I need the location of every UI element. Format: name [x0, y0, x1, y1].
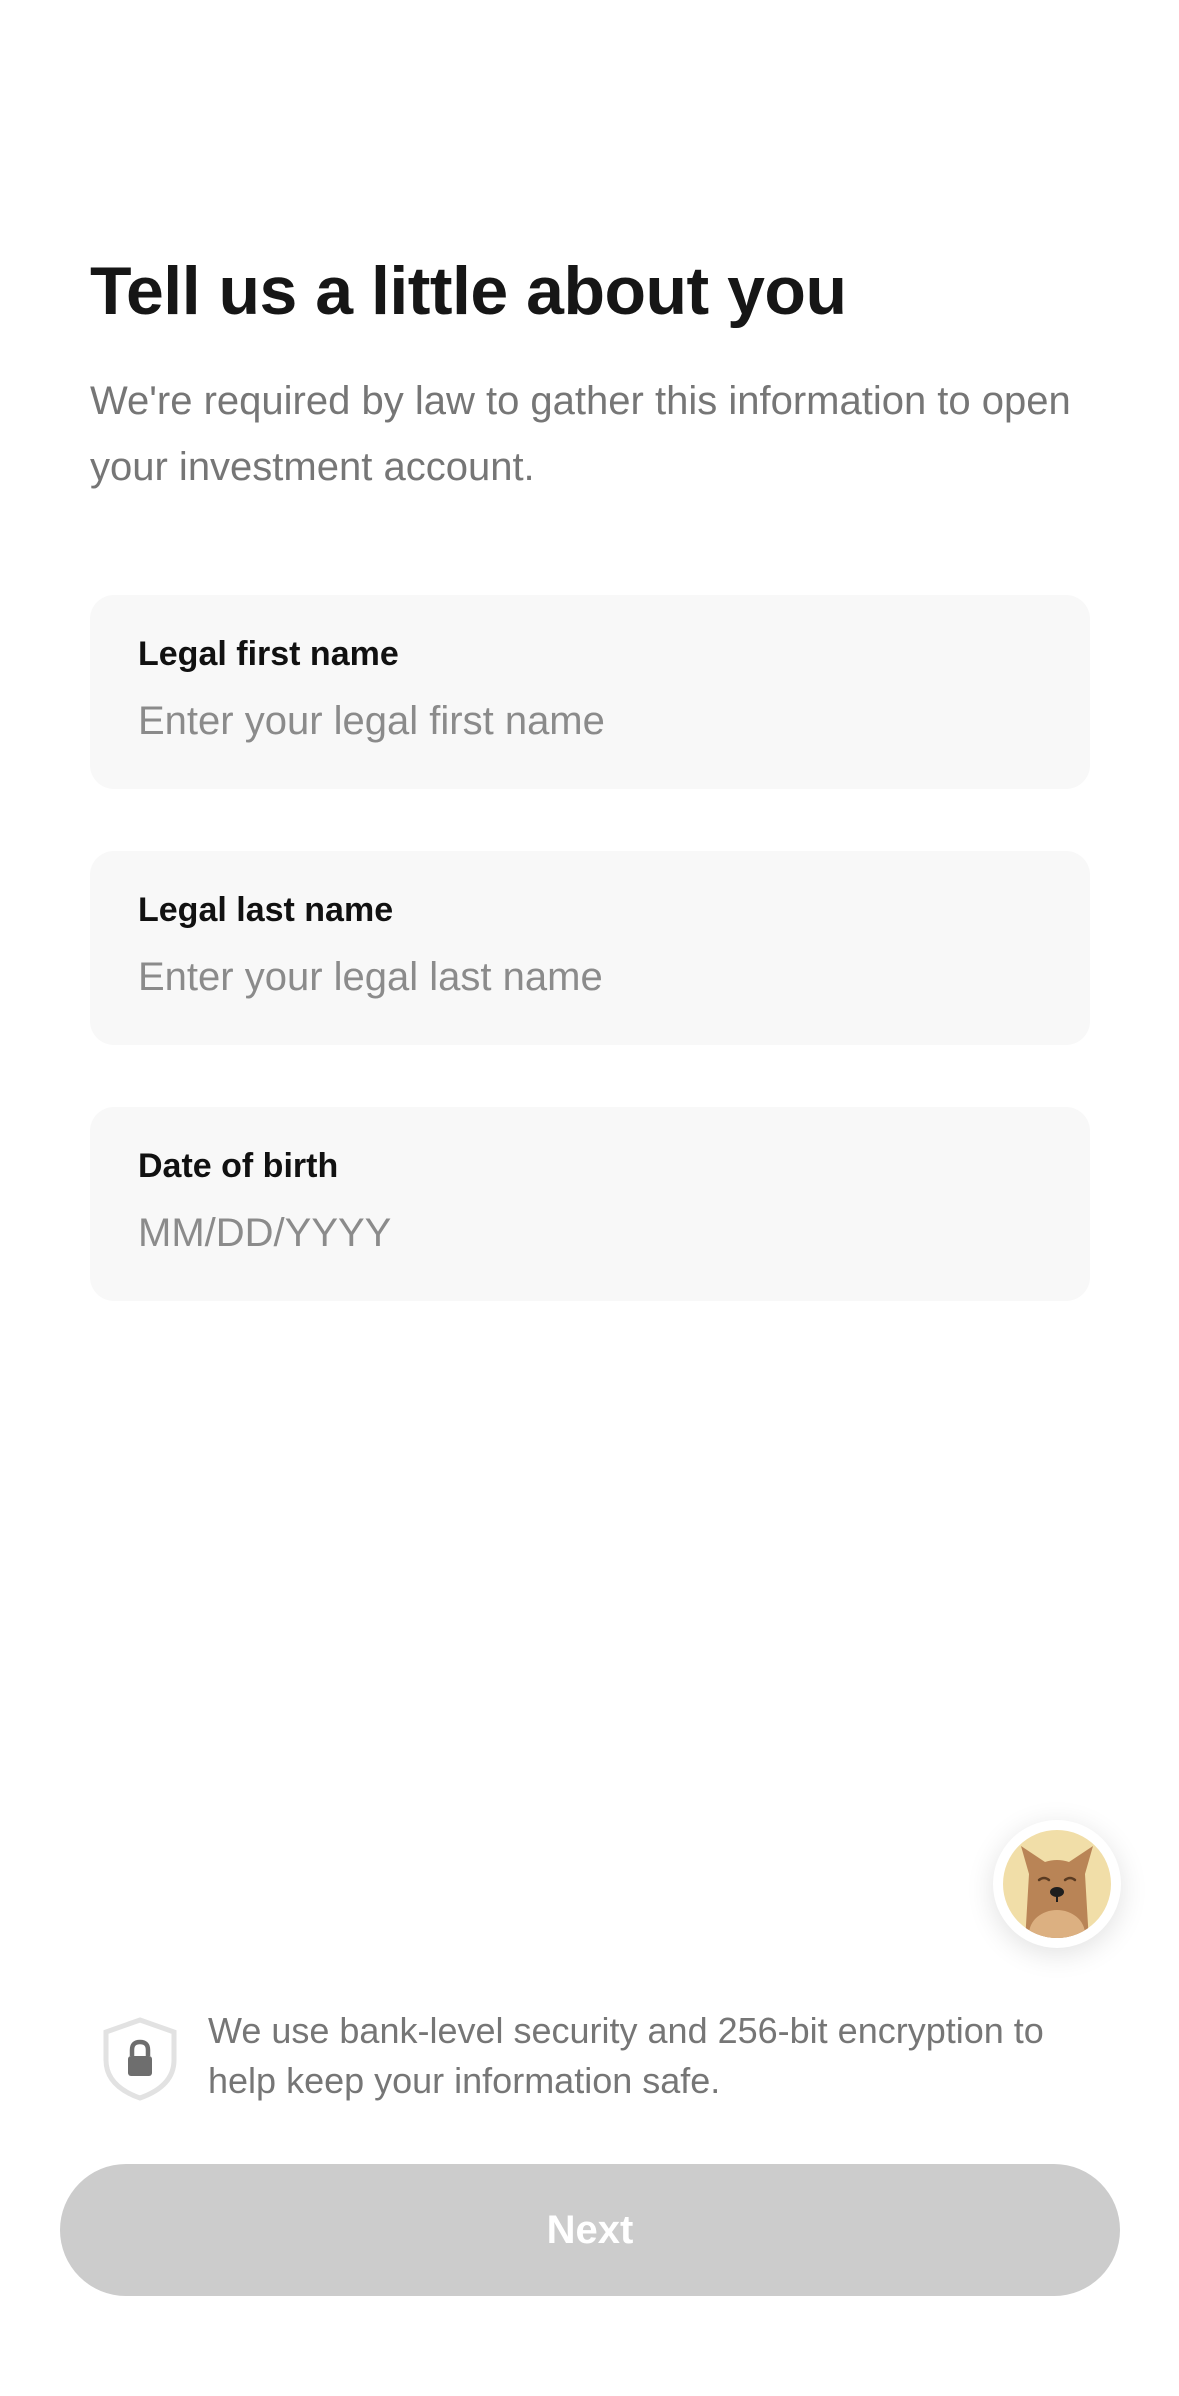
page-title: Tell us a little about you	[90, 253, 847, 329]
last-name-field[interactable]: Legal last name	[90, 851, 1090, 1045]
first-name-field[interactable]: Legal first name	[90, 595, 1090, 789]
security-note: We use bank-level security and 256-bit e…	[100, 2006, 1090, 2116]
shield-lock-icon	[103, 2017, 177, 2101]
dog-avatar-icon	[1003, 1830, 1111, 1938]
date-of-birth-label: Date of birth	[138, 1147, 339, 1185]
date-of-birth-field[interactable]: Date of birth	[90, 1107, 1090, 1301]
security-text: We use bank-level security and 256-bit e…	[208, 2010, 1044, 2101]
last-name-label: Legal last name	[138, 891, 394, 929]
next-button[interactable]: Next	[60, 2164, 1120, 2296]
help-avatar-button[interactable]	[993, 1820, 1121, 1948]
first-name-input[interactable]	[138, 693, 1038, 749]
date-of-birth-input[interactable]	[138, 1205, 1038, 1261]
first-name-label: Legal first name	[138, 635, 399, 673]
last-name-input[interactable]	[138, 949, 1038, 1005]
page-subtitle: We're required by law to gather this inf…	[90, 379, 1071, 489]
